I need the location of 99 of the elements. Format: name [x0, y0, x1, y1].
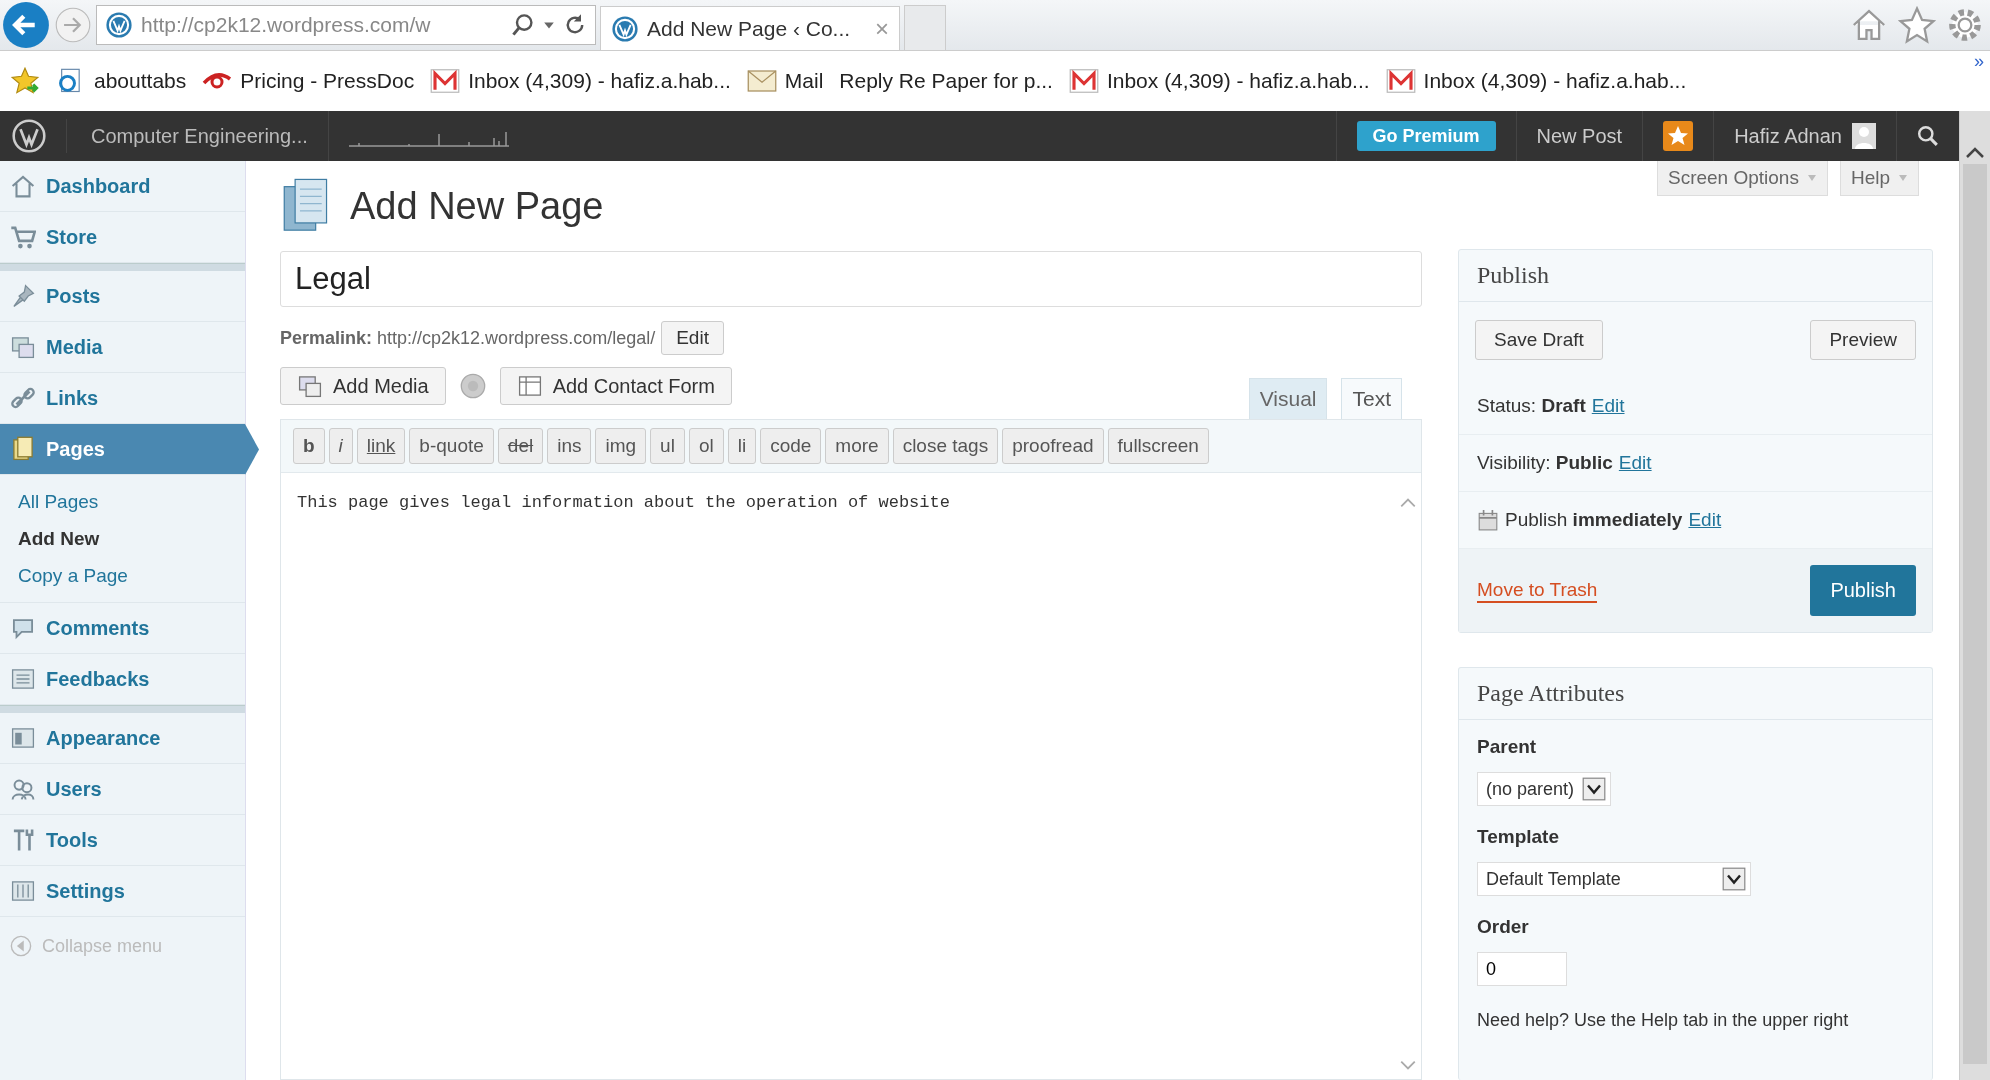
format-button[interactable]: i: [328, 428, 353, 464]
search-icon[interactable]: [511, 13, 535, 37]
panel-title: Page Attributes: [1459, 668, 1932, 720]
publish-setting-text: Status: Draft: [1477, 395, 1586, 417]
settings-icon[interactable]: [1946, 6, 1984, 44]
favorites-star-icon[interactable]: [10, 67, 40, 95]
browser-tab[interactable]: Add New Page ‹ Co... ×: [600, 6, 900, 50]
edit-link[interactable]: Edit: [1591, 395, 1625, 417]
format-button[interactable]: img: [595, 428, 647, 464]
back-button[interactable]: [2, 1, 50, 49]
add-media-button[interactable]: Add Media: [280, 367, 446, 405]
format-button[interactable]: b-quote: [409, 428, 494, 464]
wordpress-icon: [105, 11, 133, 39]
house-icon: [10, 173, 36, 199]
move-to-trash-link[interactable]: Move to Trash: [1477, 578, 1598, 603]
edit-permalink-button[interactable]: Edit: [661, 321, 724, 355]
format-button[interactable]: ul: [650, 428, 685, 464]
list-icon: [10, 666, 36, 692]
favorite-link[interactable]: Mail: [746, 67, 824, 95]
sliders-icon: [10, 878, 36, 904]
publish-button[interactable]: Publish: [1810, 565, 1916, 616]
permalink-text: Permalink: http://cp2k12.wordpress.com/legal/: [280, 327, 656, 349]
preview-button[interactable]: Preview: [1810, 320, 1916, 360]
scroll-down-icon[interactable]: [1399, 1059, 1417, 1071]
menu-item[interactable]: Settings: [0, 866, 245, 917]
template-dropdown[interactable]: Default Template: [1477, 862, 1751, 896]
avatar-icon: [1852, 122, 1876, 150]
publish-setting-text: Publish immediately: [1505, 509, 1683, 531]
submenu-item[interactable]: Add New: [18, 520, 245, 557]
save-draft-button[interactable]: Save Draft: [1475, 320, 1603, 360]
media-icon: [10, 334, 36, 360]
panel-title: Publish: [1459, 250, 1932, 302]
scroll-up-icon[interactable]: [1965, 146, 1985, 160]
editor-text: This page gives legal information about the operation of website: [296, 492, 951, 514]
favorite-link[interactable]: Inbox (4,309) - hafiz.a.hab...: [1068, 67, 1370, 95]
layout-icon: [10, 725, 36, 751]
menu-item[interactable]: Tools: [0, 815, 245, 866]
order-label: Order: [1477, 916, 1529, 938]
menu-item[interactable]: Posts: [0, 271, 245, 322]
scrollbar[interactable]: [1959, 111, 1990, 1080]
menu-item[interactable]: Media: [0, 322, 245, 373]
gmail-icon: [1385, 67, 1416, 95]
search-icon[interactable]: [1917, 125, 1939, 147]
title-field[interactable]: Legal: [280, 251, 1422, 307]
format-button[interactable]: b: [293, 428, 325, 464]
menu-item[interactable]: Pages: [0, 424, 259, 475]
format-button[interactable]: li: [727, 428, 757, 464]
link-icon: [10, 385, 36, 411]
format-button[interactable]: proofread: [1002, 428, 1104, 464]
format-button[interactable]: close tags: [892, 428, 999, 464]
menu-item[interactable]: Appearance: [0, 713, 245, 764]
envelope-icon: [746, 67, 777, 95]
tab-title: Add New Page ‹ Co...: [647, 16, 851, 41]
parent-label: Parent: [1477, 736, 1537, 758]
forward-button[interactable]: [54, 6, 92, 44]
menu-item[interactable]: Comments: [0, 603, 245, 654]
parent-dropdown[interactable]: (no parent): [1477, 772, 1612, 806]
cart-icon: [10, 224, 36, 250]
favorite-link[interactable]: Inbox (4,309) - hafiz.a.hab...: [1385, 67, 1687, 95]
gmail-icon: [1068, 67, 1099, 95]
format-button[interactable]: fullscreen: [1107, 428, 1209, 464]
address-bar[interactable]: http://cp2k12.wordpress.com/w: [96, 5, 596, 45]
help-text: Need help? Use the Help tab in the upper right: [1477, 1010, 1849, 1031]
format-button[interactable]: ol: [688, 428, 724, 464]
edit-link[interactable]: Edit: [1618, 452, 1652, 474]
format-button[interactable]: link: [356, 428, 406, 464]
menu-item[interactable]: Users: [0, 764, 245, 815]
round-button-icon[interactable]: [459, 373, 486, 399]
format-button[interactable]: del: [497, 428, 544, 464]
screen-options-button[interactable]: Screen Options: [1656, 161, 1828, 196]
editor-tab[interactable]: Visual: [1248, 378, 1328, 419]
caret-icon: [1806, 174, 1817, 182]
new-post-link[interactable]: New Post: [1515, 111, 1643, 161]
template-label: Template: [1477, 826, 1559, 848]
format-button[interactable]: ins: [547, 428, 592, 464]
more-favorites-button[interactable]: »: [1974, 51, 1984, 72]
edit-link[interactable]: Edit: [1688, 509, 1722, 531]
star-icon[interactable]: [1898, 6, 1936, 44]
form-icon: [516, 373, 543, 399]
gmail-icon: [430, 67, 461, 95]
favorite-link[interactable]: abouttabs: [56, 67, 187, 95]
favorite-link[interactable]: Pricing - PressDoc: [202, 67, 415, 95]
submenu-item[interactable]: All Pages: [18, 483, 245, 520]
wordpress-icon: [611, 14, 639, 43]
add-contact-form-button[interactable]: Add Contact Form: [499, 367, 732, 405]
format-button[interactable]: code: [760, 428, 822, 464]
help-button[interactable]: Help: [1839, 161, 1919, 196]
pages-icon: [10, 436, 36, 462]
order-field[interactable]: 0: [1477, 952, 1567, 986]
format-button[interactable]: more: [825, 428, 889, 464]
page-heading: Add New Page: [350, 184, 604, 228]
favorite-link[interactable]: Inbox (4,309) - hafiz.a.hab...: [430, 67, 731, 95]
submenu-item[interactable]: Copy a Page: [18, 557, 245, 594]
publish-setting-text: Visibility: Public: [1477, 452, 1613, 474]
favorite-link[interactable]: Reply Re Paper for p...: [839, 69, 1053, 93]
media-icon: [297, 373, 323, 399]
caret-icon: [1898, 174, 1908, 182]
editor-tab[interactable]: Text: [1341, 378, 1402, 419]
menu-item[interactable]: Dashboard: [0, 161, 245, 212]
